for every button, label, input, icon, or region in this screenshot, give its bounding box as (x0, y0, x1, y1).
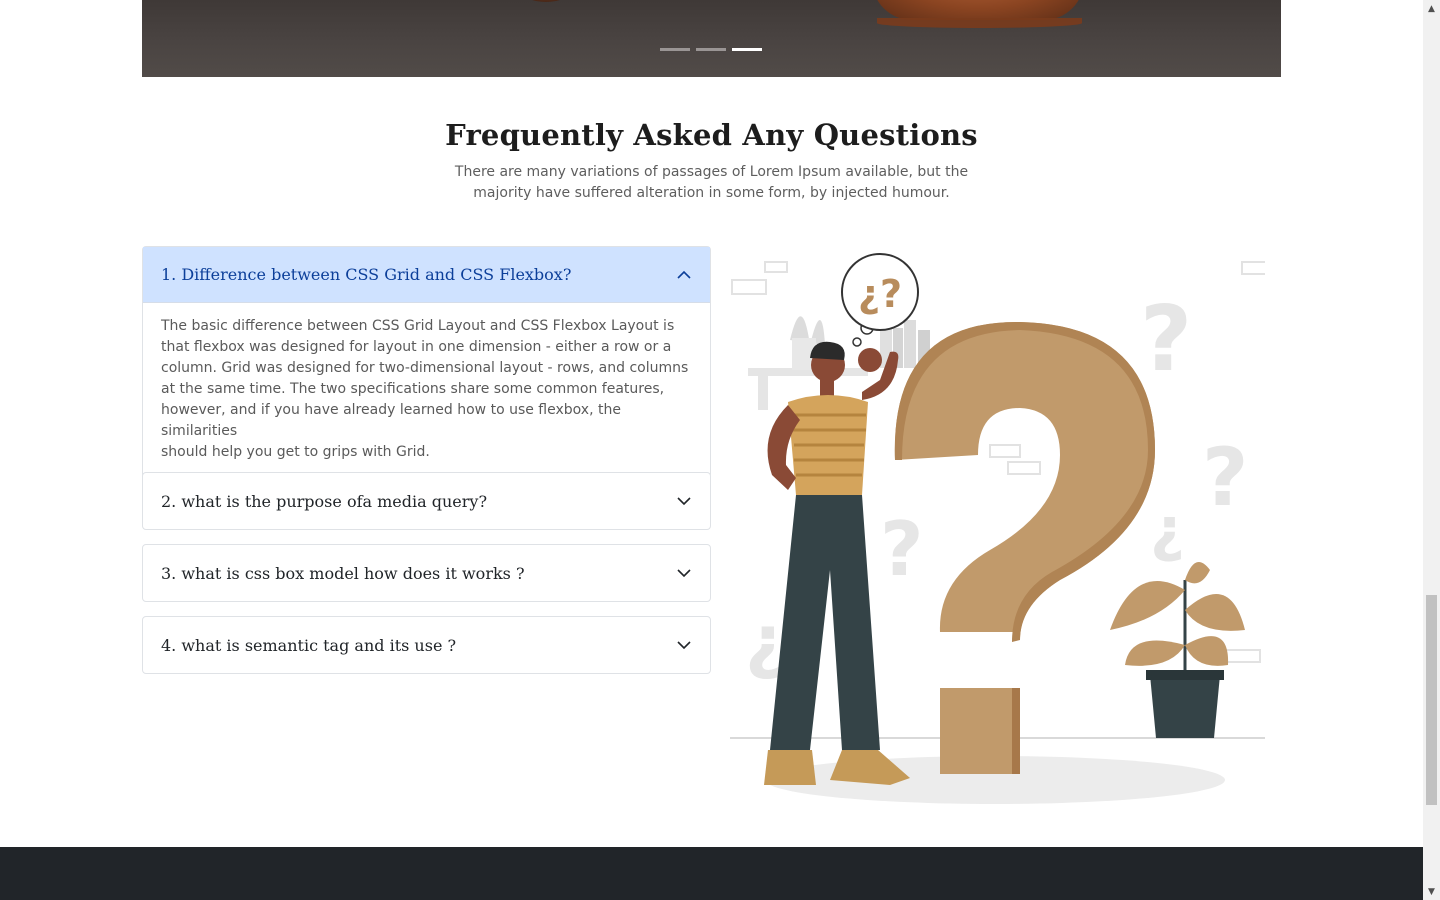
svg-text:?: ? (1140, 287, 1192, 392)
faq-item-3: 3. what is css box model how does it wor… (142, 544, 711, 602)
gavel-base-image (877, 18, 1082, 28)
faq-question-4-button[interactable]: 4. what is semantic tag and its use ? (143, 617, 710, 673)
faq-answer-1-line-1: The basic difference between CSS Grid La… (161, 318, 675, 334)
chevron-up-icon (677, 270, 691, 279)
svg-text:?: ? (880, 505, 924, 593)
page-scrollbar[interactable]: ▲ ▼ (1423, 0, 1440, 900)
chevron-down-icon (677, 497, 691, 506)
gavel-handle-image (522, 0, 570, 2)
faq-item-1: 1. Difference between CSS Grid and CSS F… (142, 246, 711, 478)
thought-bubble-text: ¿? (858, 272, 902, 316)
faq-question-3-text: 3. what is css box model how does it wor… (161, 563, 525, 583)
faq-title: Frequently Asked Any Questions (445, 118, 978, 152)
faq-question-2-text: 2. what is the purpose ofa media query? (161, 491, 488, 511)
faq-question-2-button[interactable]: 2. what is the purpose ofa media query? (143, 473, 710, 529)
faq-illustration: ? ? ? ¿ ¿ ¿? (730, 253, 1265, 804)
chevron-down-icon (677, 569, 691, 578)
hero-carousel (142, 0, 1281, 77)
faq-question-3-button[interactable]: 3. what is css box model how does it wor… (143, 545, 710, 601)
footer (0, 847, 1423, 900)
chevron-down-icon (677, 641, 691, 650)
faq-answer-1-line-3: column. Grid was designed for two-dimens… (161, 360, 689, 376)
gavel-sound-block-image (872, 0, 1084, 20)
faq-item-4: 4. what is semantic tag and its use ? (142, 616, 711, 674)
faq-subtitle: There are many variations of passages of… (450, 162, 973, 204)
faq-answer-1-line-5: however, and if you have already learned… (161, 402, 621, 439)
svg-text:?: ? (1202, 431, 1248, 524)
carousel-indicators (660, 48, 762, 51)
faq-answer-1-line-4: at the same time. The two specifications… (161, 381, 665, 397)
big-question-mark (894, 321, 1155, 774)
faq-answer-1-line-2: that flexbox was designed for layout in … (161, 339, 672, 355)
carousel-indicator-2[interactable] (696, 48, 726, 51)
faq-question-1-button[interactable]: 1. Difference between CSS Grid and CSS F… (143, 247, 710, 303)
scroll-down-icon[interactable]: ▼ (1423, 883, 1440, 900)
faq-answer-1-line-6: should help you get to grips with Grid. (161, 444, 430, 460)
carousel-indicator-3[interactable] (732, 48, 762, 51)
scrollbar-thumb[interactable] (1426, 595, 1437, 805)
faq-subtitle-line-1: There are many variations of passages of… (454, 164, 969, 180)
faq-item-2: 2. what is the purpose ofa media query? (142, 472, 711, 530)
scroll-up-icon[interactable]: ▲ (1423, 0, 1440, 17)
faq-question-4-text: 4. what is semantic tag and its use ? (161, 635, 457, 655)
faq-answer-1: The basic difference between CSS Grid La… (143, 303, 710, 477)
faq-question-1-text: 1. Difference between CSS Grid and CSS F… (161, 265, 572, 284)
carousel-indicator-1[interactable] (660, 48, 690, 51)
page: Frequently Asked Any Questions There are… (0, 0, 1423, 900)
svg-text:¿: ¿ (1150, 495, 1185, 565)
faq-subtitle-line-2: majority have suffered alteration in som… (473, 185, 950, 201)
potted-plant (1110, 562, 1245, 738)
